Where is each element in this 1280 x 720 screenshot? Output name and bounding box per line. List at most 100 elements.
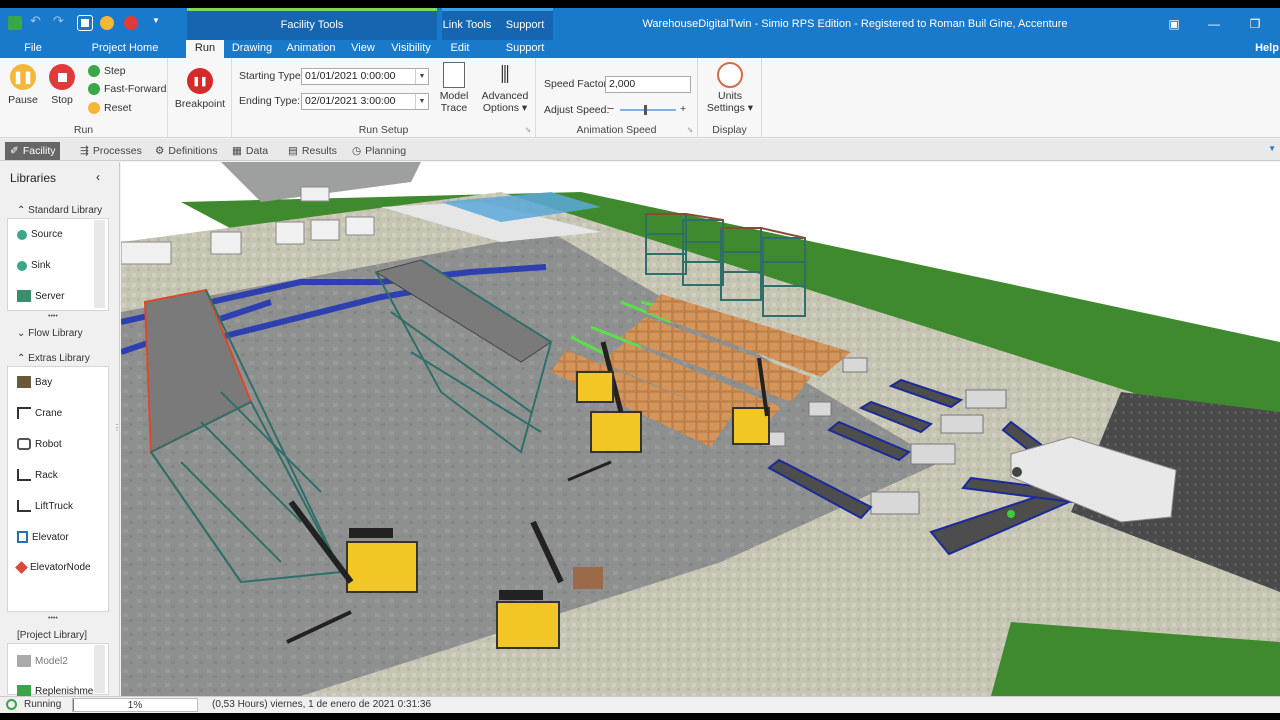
view-tabs: ✐ Facility ⇶ Processes ⚙ Definitions ▦ Data …	[0, 139, 1280, 161]
step-button[interactable]: Step	[88, 65, 126, 77]
tab-processes[interactable]: ⇶ Processes	[75, 142, 147, 160]
speed-slider-thumb[interactable]	[644, 105, 647, 115]
project-library-header[interactable]: [Project Library]	[17, 630, 87, 641]
elevatornode-icon	[15, 561, 28, 574]
facility-3d-view[interactable]	[121, 162, 1280, 696]
advanced-options-label-1: Advanced	[481, 90, 529, 102]
chevron-up-icon: ⌃	[17, 205, 29, 216]
tab-edit[interactable]: Edit	[446, 40, 474, 58]
library-item-robot[interactable]: Robot	[17, 438, 62, 450]
results-icon: ▤	[288, 144, 298, 157]
tab-planning[interactable]: ◷ Planning	[347, 142, 411, 160]
customize-qat-icon[interactable]: ▼	[152, 16, 166, 30]
breakpoint-icon: ❚❚	[187, 68, 213, 94]
tab-support[interactable]: Support	[504, 40, 546, 58]
minimize-icon[interactable]: —	[1202, 14, 1226, 34]
tab-definitions[interactable]: ⚙ Definitions	[150, 142, 222, 160]
support-context-label: Support	[505, 19, 545, 31]
ending-type-label: Ending Type:	[239, 95, 301, 107]
splitter-dots[interactable]: ••••	[48, 615, 58, 622]
library-item-elevator[interactable]: Elevator	[17, 531, 69, 543]
tab-results[interactable]: ▤ Results	[283, 142, 342, 160]
tab-file[interactable]: File	[0, 40, 66, 58]
clock-icon	[717, 62, 743, 88]
chevron-down-icon[interactable]: ▼	[415, 94, 428, 109]
tab-data[interactable]: ▦ Data	[227, 142, 273, 160]
fast-forward-button[interactable]: Fast-Forward	[88, 83, 166, 95]
library-item-bay[interactable]: Bay	[17, 376, 52, 388]
advanced-options-label-2: Options ▾	[482, 102, 528, 114]
extras-library-header[interactable]: ⌃ Extras Library	[17, 353, 90, 364]
chevron-down-icon[interactable]: ▼	[415, 69, 428, 84]
library-item-elevator-label: Elevator	[32, 531, 69, 543]
library-item-sink-label: Sink	[31, 260, 51, 271]
pause-button[interactable]: ❚❚ Pause	[6, 64, 40, 106]
scrollbar[interactable]	[94, 645, 105, 693]
ending-type-combo[interactable]: 02/01/2021 3:00:00 ▼	[301, 93, 429, 110]
run-setup-group: Starting Type: 01/01/2021 0:00:00 ▼ Endi…	[232, 58, 536, 138]
run-group: ❚❚ Pause Stop Step Fast-Forward Reset Ru…	[0, 58, 168, 138]
tabs-overflow-icon[interactable]: ▼	[1268, 144, 1276, 153]
processes-icon: ⇶	[80, 144, 89, 157]
library-item-elevatornode[interactable]: ElevatorNode	[15, 561, 91, 574]
reset-button[interactable]: Reset	[88, 102, 131, 114]
app-logo-icon	[8, 16, 22, 30]
tab-facility[interactable]: ✐ Facility	[5, 142, 61, 160]
tab-results-label: Results	[301, 144, 337, 157]
redo-icon[interactable]: ↷	[53, 13, 67, 28]
library-item-server-label: Server	[35, 290, 65, 302]
panel-splitter-handle[interactable]: ⋮	[113, 423, 121, 432]
flow-library-header[interactable]: ⌄ Flow Library	[17, 328, 83, 339]
library-item-bay-label: Bay	[35, 376, 53, 388]
tab-visibility[interactable]: Visibility	[390, 40, 432, 58]
dialog-launcher-icon[interactable]: ⬂	[687, 126, 693, 134]
tab-drawing[interactable]: Drawing	[229, 40, 275, 58]
model-trace-button[interactable]: Model Trace	[437, 62, 471, 114]
dialog-launcher-icon[interactable]: ⬂	[525, 126, 531, 134]
pause-icon: ❚❚	[10, 64, 36, 90]
breakpoint-button[interactable]: ❚❚ Breakpoint	[174, 68, 226, 110]
library-item-robot-label: Robot	[35, 438, 62, 450]
chevron-down-icon: ⌄	[17, 328, 29, 339]
restore-ribbon-icon[interactable]: ▣	[1162, 14, 1186, 34]
library-item-source[interactable]: Source	[17, 229, 63, 240]
collapse-panel-icon[interactable]: ‹	[96, 170, 100, 184]
tab-run[interactable]: Run	[186, 40, 224, 60]
stop-button[interactable]: Stop	[46, 64, 78, 106]
link-tools-context: Link Tools Support	[442, 8, 553, 40]
elevator-icon	[17, 531, 28, 543]
speed-minus[interactable]: −	[608, 103, 614, 115]
speed-plus[interactable]: +	[680, 103, 686, 115]
stop-quick-icon[interactable]	[124, 16, 138, 30]
tab-view[interactable]: View	[348, 40, 378, 58]
library-item-crane[interactable]: Crane	[17, 407, 62, 419]
starting-type-combo[interactable]: 01/01/2021 0:00:00 ▼	[301, 68, 429, 85]
advanced-options-button[interactable]: ⫼ Advanced Options ▾	[480, 62, 530, 114]
save-icon[interactable]	[77, 15, 93, 31]
speed-factor-input[interactable]: 2,000	[605, 76, 691, 93]
tab-processes-label: Processes	[92, 144, 142, 157]
library-item-rack-label: Rack	[35, 469, 58, 481]
library-item-model2[interactable]: Model2	[17, 655, 68, 667]
facility-tools-context: Facility Tools	[187, 8, 437, 40]
library-item-sink[interactable]: Sink	[17, 260, 50, 271]
tab-project-home[interactable]: Project Home	[90, 40, 160, 58]
pause-quick-icon[interactable]	[100, 16, 114, 30]
libraries-panel: Libraries ‹ ⌃ Standard Library Source Si…	[0, 162, 120, 697]
tab-help[interactable]: Help	[1254, 40, 1280, 58]
units-settings-label-1: Units	[718, 90, 742, 102]
definitions-icon: ⚙	[155, 144, 165, 157]
units-settings-button[interactable]: Units Settings ▾	[702, 62, 758, 114]
tab-animation[interactable]: Animation	[286, 40, 336, 58]
splitter-dots[interactable]: ••••	[48, 313, 58, 320]
maximize-icon[interactable]: ❐	[1243, 14, 1267, 34]
undo-icon[interactable]: ↶	[30, 13, 44, 28]
library-item-lifttruck[interactable]: LiftTruck	[17, 500, 73, 512]
run-group-label: Run	[73, 124, 94, 136]
speed-slider[interactable]	[620, 105, 676, 115]
standard-library-header[interactable]: ⌃ Standard Library	[17, 205, 102, 216]
library-item-server[interactable]: Server	[17, 290, 64, 302]
pause-label: Pause	[8, 94, 38, 106]
library-item-rack[interactable]: Rack	[17, 469, 58, 481]
scrollbar[interactable]	[94, 220, 105, 308]
